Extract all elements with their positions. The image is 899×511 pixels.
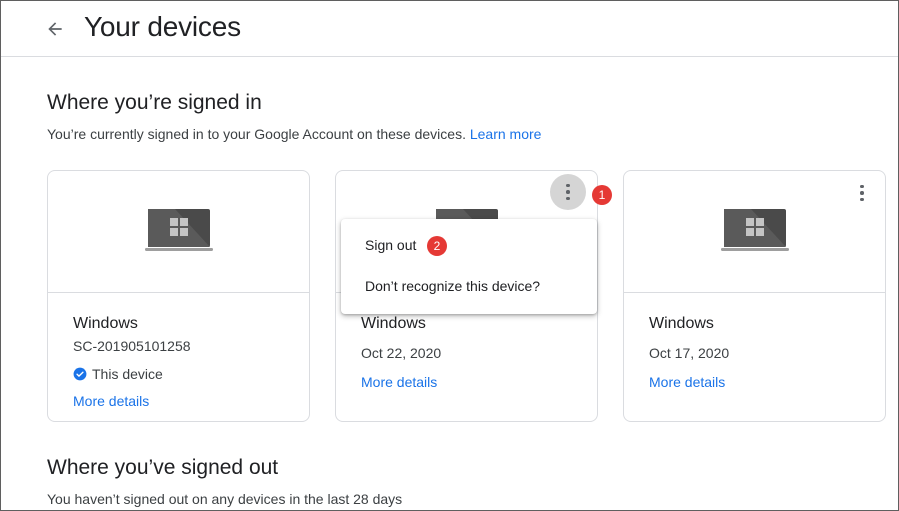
this-device-label: This device <box>92 366 163 382</box>
header: Your devices <box>1 1 898 57</box>
signed-out-heading: Where you’ve signed out <box>47 456 279 479</box>
signed-in-heading: Where you’re signed in <box>47 91 262 114</box>
laptop-icon <box>720 209 789 251</box>
more-options-button[interactable] <box>844 175 880 211</box>
more-options-button[interactable] <box>550 174 586 210</box>
device-card[interactable]: Windows SC-201905101258 This device More… <box>47 170 310 422</box>
dont-recognize-label: Don’t recognize this device? <box>365 278 541 294</box>
more-details-link[interactable]: More details <box>73 393 149 409</box>
device-image-area <box>48 171 309 293</box>
step-badge-1: 1 <box>592 185 612 205</box>
device-last-date: Oct 17, 2020 <box>649 345 730 361</box>
sign-out-label: Sign out <box>365 237 417 253</box>
dont-recognize-menu-item[interactable]: Don’t recognize this device? <box>341 267 597 307</box>
device-card[interactable]: Windows Oct 17, 2020 More details <box>623 170 886 422</box>
signed-out-description: You haven’t signed out on any devices in… <box>47 491 403 507</box>
device-last-date: Oct 22, 2020 <box>361 345 442 361</box>
more-details-link[interactable]: More details <box>361 374 437 390</box>
page-title: Your devices <box>84 11 241 42</box>
signed-in-description: You’re currently signed in to your Googl… <box>47 126 541 142</box>
more-vert-icon <box>566 183 570 201</box>
this-device-status: This device <box>73 366 163 382</box>
signed-in-description-text: You’re currently signed in to your Googl… <box>47 126 466 142</box>
more-details-link[interactable]: More details <box>649 374 725 390</box>
step-badge-2: 2 <box>427 236 447 256</box>
device-options-menu: Sign out 2 Don’t recognize this device? <box>341 219 597 314</box>
back-button[interactable] <box>41 15 69 43</box>
device-name: Windows <box>361 315 426 332</box>
verified-check-icon <box>73 367 87 381</box>
device-id: SC-201905101258 <box>73 338 191 354</box>
learn-more-link[interactable]: Learn more <box>470 126 542 142</box>
laptop-icon <box>144 209 213 251</box>
more-vert-icon <box>860 184 864 202</box>
device-name: Windows <box>73 315 138 332</box>
back-arrow-icon <box>48 22 62 36</box>
sign-out-menu-item[interactable]: Sign out <box>341 226 597 266</box>
device-name: Windows <box>649 315 714 332</box>
